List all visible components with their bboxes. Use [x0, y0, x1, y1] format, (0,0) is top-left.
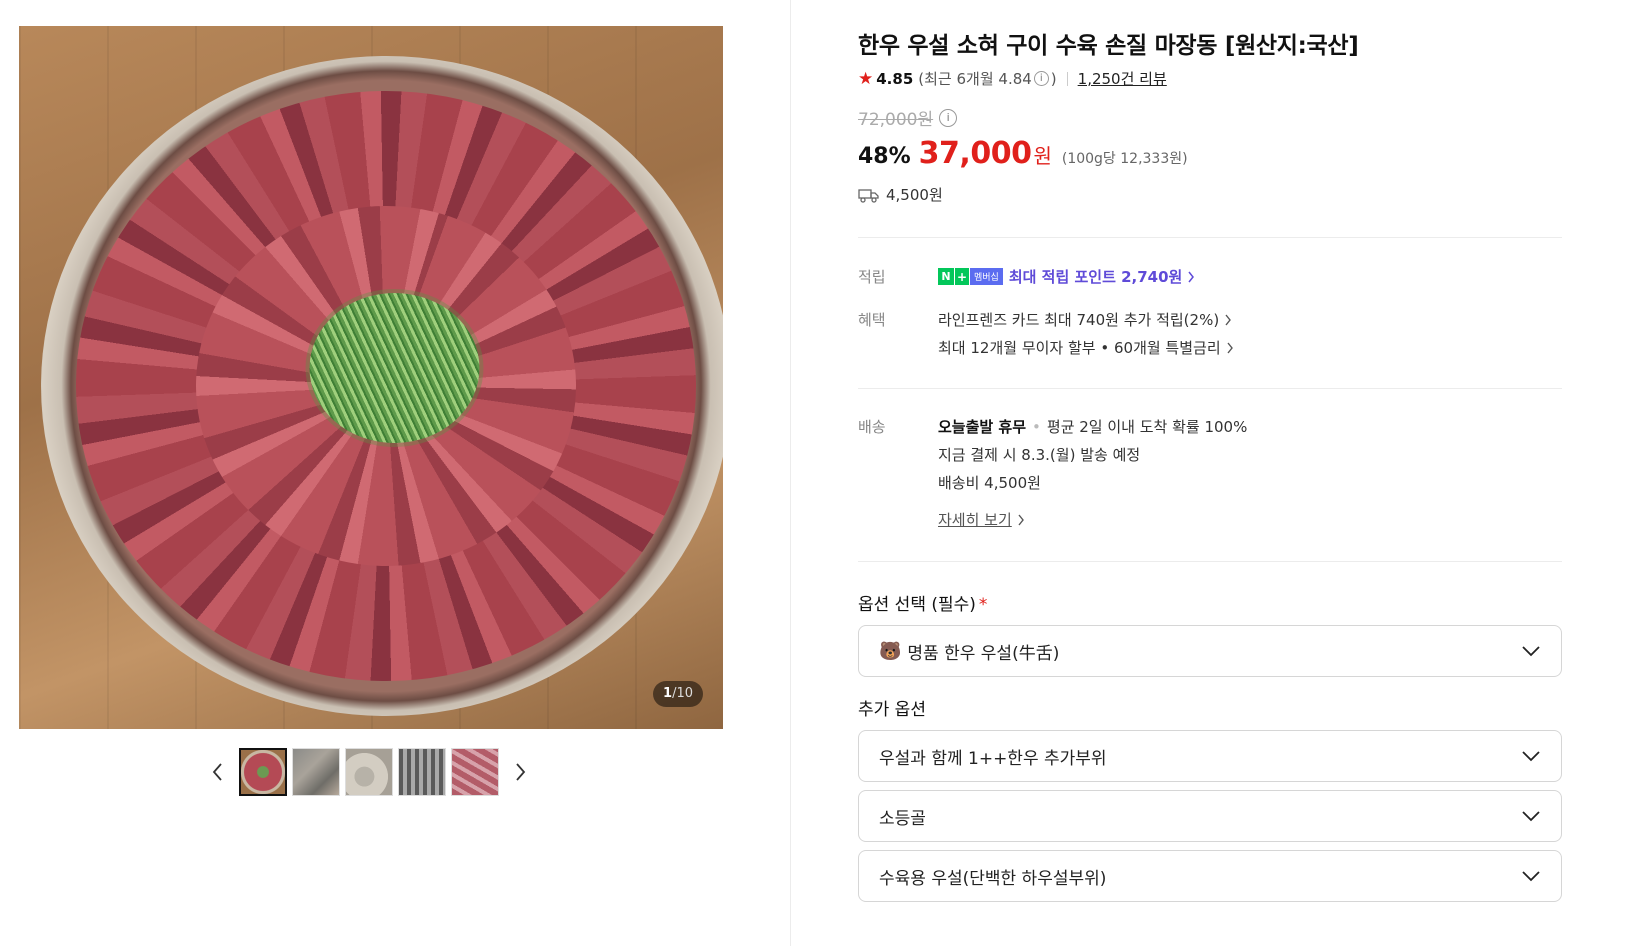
thumbnail-strip: [205, 748, 533, 796]
extra-option-title: 추가 옵션: [858, 700, 926, 720]
divider: [858, 237, 1562, 238]
delivery-label: 배송: [858, 418, 886, 436]
required-option-select[interactable]: 🐻 명품 한우 우설(牛舌): [858, 625, 1562, 677]
truck-icon: [858, 188, 879, 203]
ship-date: 지금 결제 시 8.3.(월) 발송 예정: [938, 446, 1141, 464]
chevron-down-icon: [1522, 871, 1540, 882]
discount-rate: 48%: [858, 144, 911, 169]
bear-emoji-icon: 🐻: [879, 640, 902, 662]
membership-label: 멤버십: [970, 268, 1003, 285]
points-link[interactable]: N + 멤버십 최대 적립 포인트 2,740원: [938, 266, 1195, 287]
panel-divider: [790, 0, 791, 946]
green-onion-garnish: [309, 293, 480, 443]
price-info-icon[interactable]: i: [939, 108, 958, 127]
rating-value: 4.85: [876, 69, 914, 88]
max-points-text: 최대 적립 포인트 2,740원: [1008, 268, 1183, 286]
required-option-value: 명품 한우 우설(牛舌): [907, 643, 1060, 664]
thumbnail-1[interactable]: [239, 748, 287, 796]
recent-rating: (최근 6개월 4.84 i ): [918, 68, 1056, 89]
extra-option-select-3[interactable]: 수육용 우설(단백한 하우설부위): [858, 850, 1562, 902]
chevron-right-icon: [1018, 514, 1024, 525]
star-icon: ★: [858, 68, 874, 89]
required-option-title: 옵션 선택 (필수) *: [858, 590, 987, 615]
naver-membership-badge: N + 멤버십: [938, 268, 1003, 285]
thumbnail-4[interactable]: [398, 748, 446, 796]
delivery-fee: 배송비 4,500원: [938, 474, 1041, 492]
naver-n-icon: N: [938, 268, 954, 285]
photo-counter-current: 1: [663, 686, 673, 701]
separator: [1066, 71, 1068, 86]
extra-option-label: 우설과 함께 1++한우 추가부위: [879, 748, 1107, 769]
card-benefit-link[interactable]: 라인프렌즈 카드 최대 740원 추가 적립(2%): [938, 309, 1232, 330]
required-mark: *: [978, 595, 988, 615]
gallery-next-button[interactable]: [509, 748, 533, 796]
dot-separator: •: [1032, 417, 1041, 436]
chevron-down-icon: [1522, 751, 1540, 762]
unit-price: (100g당 12,333원): [1061, 151, 1188, 167]
sale-price: 37,000: [918, 136, 1032, 171]
original-price: 72,000원: [858, 110, 934, 130]
chevron-down-icon: [1522, 646, 1540, 657]
divider: [858, 388, 1562, 389]
extra-option-label: 소등골: [879, 808, 926, 829]
shipping-fee: 4,500원: [886, 186, 943, 204]
recent-rating-close: ): [1050, 69, 1057, 88]
thumbnail-5[interactable]: [451, 748, 499, 796]
plus-icon: +: [955, 268, 969, 285]
delivery-arrival-rate: 평균 2일 이내 도착 확률 100%: [1046, 418, 1248, 436]
thumbnail-2[interactable]: [292, 748, 340, 796]
chevron-down-icon: [1522, 811, 1540, 822]
gallery-prev-button[interactable]: [205, 748, 229, 796]
main-product-photo[interactable]: 1/10: [19, 26, 723, 729]
benefit-label: 혜택: [858, 311, 886, 329]
recent-rating-text: (최근 6개월 4.84: [918, 70, 1032, 88]
shipping-fee-row: 4,500원: [858, 184, 943, 205]
chevron-right-icon: [516, 763, 526, 781]
sale-price-row: 48% 37,000 원 (100g당 12,333원): [858, 136, 1188, 171]
required-option-label: 옵션 선택 (필수): [858, 595, 976, 615]
installment-link[interactable]: 최대 12개월 무이자 할부 • 60개월 특별금리: [938, 337, 1234, 358]
thumbnail-3[interactable]: [345, 748, 393, 796]
photo-counter-total: /10: [672, 686, 693, 701]
currency-unit: 원: [1033, 144, 1052, 168]
divider: [858, 561, 1562, 562]
chevron-right-icon: [1188, 271, 1195, 282]
installment-text: 최대 12개월 무이자 할부 • 60개월 특별금리: [938, 339, 1221, 357]
delivery-status-bold: 오늘출발 휴무: [938, 418, 1027, 436]
extra-option-label: 수육용 우설(단백한 하우설부위): [879, 868, 1107, 889]
delivery-detail-link[interactable]: 자세히 보기: [938, 509, 1025, 530]
review-count-link[interactable]: 1,250건 리뷰: [1078, 68, 1167, 89]
chevron-left-icon: [212, 763, 222, 781]
photo-counter: 1/10: [653, 681, 703, 707]
chevron-right-icon: [1225, 314, 1232, 325]
product-gallery: 1/10: [0, 0, 790, 946]
points-label: 적립: [858, 268, 886, 286]
rating-row: ★ 4.85 (최근 6개월 4.84 i ) 1,250건 리뷰: [858, 68, 1167, 89]
plate-image: [41, 56, 723, 716]
card-benefit-text: 라인프렌즈 카드 최대 740원 추가 적립(2%): [938, 311, 1220, 329]
info-circle-icon[interactable]: i: [1033, 71, 1049, 86]
delivery-status: 오늘출발 휴무 • 평균 2일 이내 도착 확률 100%: [938, 416, 1247, 437]
extra-option-select-2[interactable]: 소등골: [858, 790, 1562, 842]
product-title: 한우 우설 소혀 구이 수육 손질 마장동 [원산지:국산]: [858, 33, 1359, 59]
detail-link-text: 자세히 보기: [938, 511, 1012, 529]
extra-option-select-1[interactable]: 우설과 함께 1++한우 추가부위: [858, 730, 1562, 782]
original-price-row: 72,000원 i: [858, 105, 958, 130]
chevron-right-icon: [1227, 342, 1233, 353]
